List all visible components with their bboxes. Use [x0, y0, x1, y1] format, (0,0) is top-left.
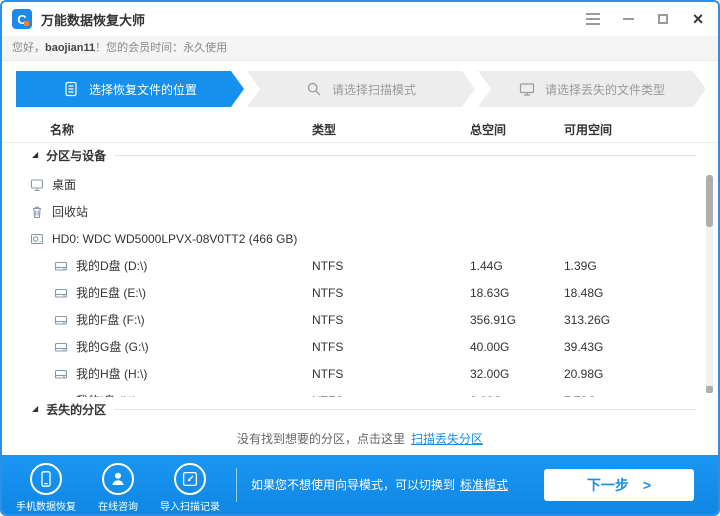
- window-title: 万能数据恢复大师: [41, 10, 145, 29]
- window-controls: ×: [585, 11, 706, 27]
- table-row[interactable]: 我的H盘 (H:\) NTFS 32.00G 20.98G: [2, 360, 718, 387]
- partition-icon: [54, 367, 68, 381]
- table-row[interactable]: 我的I盘 (I:\) NTFS 8.00G 7.78G: [2, 387, 718, 397]
- mode-hint: 如果您不想使用向导模式，可以切换到 标准模式: [251, 476, 508, 493]
- chevron-right-icon: >: [643, 477, 651, 493]
- step-label: 请选择扫描模式: [332, 81, 416, 98]
- partition-icon: [54, 340, 68, 354]
- footer-bar: 手机数据恢复 在线咨询 导入扫描记录 如果您不想使用向导模式，可以切换到 标准模…: [2, 455, 718, 514]
- desktop-icon: [30, 178, 44, 192]
- table-row[interactable]: HD0: WDC WD5000LPVX-08V0TT2 (466 GB): [2, 225, 718, 252]
- step-label: 请选择丢失的文件类型: [545, 81, 665, 98]
- scan-lost-partition-link[interactable]: 扫描丢失分区: [411, 430, 483, 447]
- partition-list: 桌面 回收站 HD0: WDC WD5000LPVX-08V0TT2 (466 …: [2, 167, 718, 397]
- table-row[interactable]: 桌面: [2, 171, 718, 198]
- monitor-icon: [519, 81, 535, 97]
- partition-icon: [54, 259, 68, 273]
- next-button-label: 下一步: [587, 475, 629, 495]
- lost-partition-hint: 没有找到想要的分区，点击这里 扫描丢失分区: [2, 421, 718, 455]
- section-lost-label: 丢失的分区: [46, 401, 106, 418]
- footer-divider: [236, 468, 237, 502]
- step-select-location[interactable]: 选择恢复文件的位置: [16, 71, 244, 107]
- scrollbar-thumb[interactable]: [706, 175, 713, 227]
- app-logo-icon: C: [12, 9, 32, 29]
- greeting-prefix: 您好，: [12, 42, 45, 54]
- table-row[interactable]: 我的F盘 (F:\) NTFS 356.91G 313.26G: [2, 306, 718, 333]
- partition-icon: [54, 394, 68, 398]
- document-icon: [63, 81, 79, 97]
- column-total: 总空间: [470, 121, 564, 138]
- column-free: 可用空间: [564, 121, 718, 138]
- step-file-type[interactable]: 请选择丢失的文件类型: [478, 71, 706, 107]
- maximize-icon[interactable]: [655, 11, 671, 27]
- column-type: 类型: [312, 121, 470, 138]
- tool-label: 导入扫描记录: [160, 498, 220, 513]
- collapse-triangle-icon: ◢: [32, 151, 38, 159]
- mode-hint-text: 如果您不想使用向导模式，可以切换到: [251, 476, 455, 493]
- phone-icon: [30, 463, 62, 495]
- greeting-suffix: ！您的会员时间：永久使用: [95, 42, 227, 54]
- section-lost[interactable]: ◢ 丢失的分区: [2, 397, 718, 421]
- online-consult-button[interactable]: 在线咨询: [82, 457, 154, 513]
- close-icon[interactable]: ×: [690, 11, 706, 27]
- collapse-triangle-icon: ◢: [32, 405, 38, 413]
- minimize-icon[interactable]: [620, 11, 636, 27]
- table-header: 名称 类型 总空间 可用空间: [2, 117, 718, 143]
- table-row[interactable]: 我的E盘 (E:\) NTFS 18.63G 18.48G: [2, 279, 718, 306]
- lost-hint-text: 没有找到想要的分区，点击这里: [237, 430, 405, 447]
- next-button[interactable]: 下一步 >: [544, 469, 694, 501]
- partition-icon: [54, 286, 68, 300]
- hard-disk-icon: [30, 232, 44, 246]
- app-window: C 万能数据恢复大师 × 您好，baojian11！您的会员时间：永久使用 选择…: [0, 0, 720, 516]
- tool-label: 在线咨询: [98, 498, 138, 513]
- phone-recovery-button[interactable]: 手机数据恢复: [10, 457, 82, 513]
- standard-mode-link[interactable]: 标准模式: [460, 476, 508, 493]
- step-scan-mode[interactable]: 请选择扫描模式: [247, 71, 475, 107]
- step-label: 选择恢复文件的位置: [89, 81, 197, 98]
- section-devices-label: 分区与设备: [46, 147, 106, 164]
- partition-icon: [54, 313, 68, 327]
- column-name: 名称: [2, 121, 312, 138]
- scrollbar-down-arrow[interactable]: [706, 386, 713, 393]
- import-scan-records-button[interactable]: 导入扫描记录: [154, 457, 226, 513]
- table-row[interactable]: 我的D盘 (D:\) NTFS 1.44G 1.39G: [2, 252, 718, 279]
- recycle-bin-icon: [30, 205, 44, 219]
- section-devices[interactable]: ◢ 分区与设备: [2, 143, 718, 167]
- magnifier-icon: [306, 81, 322, 97]
- import-icon: [174, 463, 206, 495]
- person-icon: [102, 463, 134, 495]
- greeting-bar: 您好，baojian11！您的会员时间：永久使用: [2, 36, 718, 61]
- table-row[interactable]: 我的G盘 (G:\) NTFS 40.00G 39.43G: [2, 333, 718, 360]
- wizard-steps: 选择恢复文件的位置 请选择扫描模式 请选择丢失的文件类型: [16, 71, 706, 107]
- scrollbar[interactable]: [706, 175, 713, 393]
- table-row[interactable]: 回收站: [2, 198, 718, 225]
- tool-label: 手机数据恢复: [16, 498, 76, 513]
- titlebar: C 万能数据恢复大师 ×: [2, 2, 718, 36]
- username: baojian11: [45, 42, 95, 54]
- menu-icon[interactable]: [585, 11, 601, 27]
